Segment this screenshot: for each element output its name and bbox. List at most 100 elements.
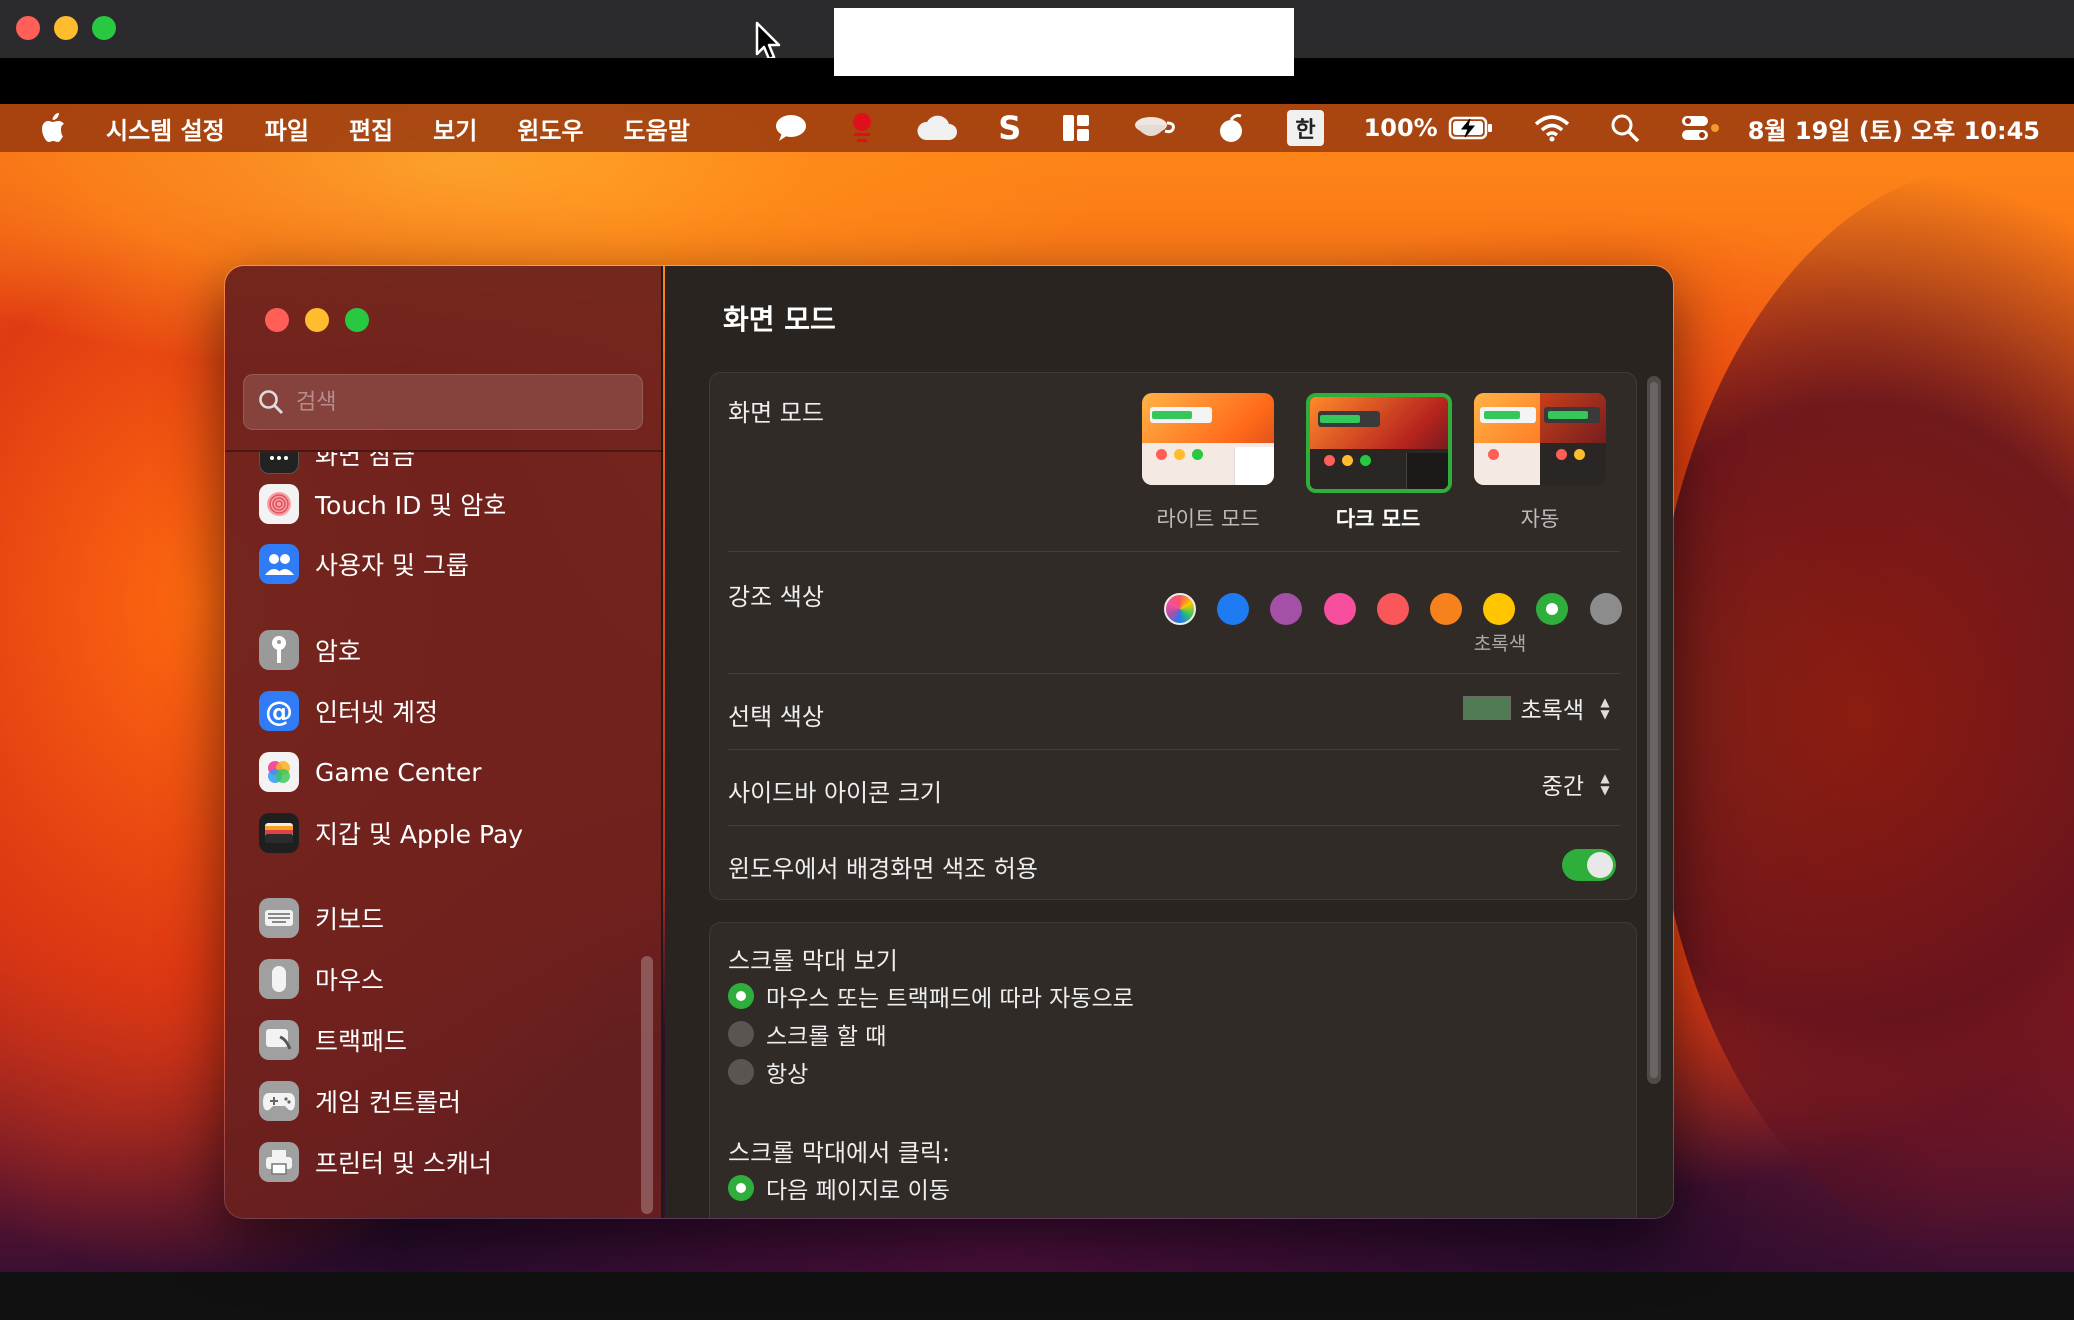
accent-selected-dot [1546,603,1559,615]
wallet-icon [259,813,299,853]
sidebar-item-mouse[interactable]: 마우스 [259,957,384,1001]
dark-mode-thumbnail[interactable] [1306,393,1452,493]
radio-button [728,1175,754,1201]
accent-swatch-multicolor[interactable] [1164,593,1196,625]
amphetamine-icon[interactable] [1215,112,1247,144]
sidebar-item-wallet[interactable]: 지갑 및 Apple Pay [259,811,523,855]
menu-clock[interactable]: 8월 19일 (토) 오후 10:45 [1748,111,2040,146]
chevron-updown-icon: ▲ ▼ [1600,695,1610,721]
appearance-card: 화면 모드 라이트 모드 다크 모드 자동 강조 색상 초록색 선택 색상 초록… [709,372,1637,900]
search-input[interactable] [296,389,616,415]
recording-icon[interactable] [848,111,876,145]
accent-swatch[interactable] [1589,593,1622,625]
cloud-icon[interactable] [916,114,958,142]
sidebar-item-game-center[interactable]: Game Center [259,750,482,794]
battery-icon[interactable] [1448,116,1494,140]
menu-app-name[interactable]: 시스템 설정 [106,111,225,146]
sidebar-scrollbar[interactable] [641,956,653,1214]
row-divider [728,749,1620,750]
light-mode-thumbnail[interactable] [1142,393,1274,485]
sidebar-item-label: 암호 [315,637,362,666]
menu-help[interactable]: 도움말 [624,111,690,146]
wallpaper-shadow [1650,164,2074,1264]
accent-color-label: 강조 색상 [728,583,824,611]
sidebar-item-trackpad[interactable]: 트랙패드 [259,1018,407,1062]
sidebar-item-internet-accounts[interactable]: @ 인터넷 계정 [259,689,438,733]
highlight-color-label: 선택 색상 [728,703,824,731]
apple-icon[interactable] [40,113,66,143]
sidebar-item-game-controllers[interactable]: 게임 컨트롤러 [259,1079,461,1123]
highlight-color-popup[interactable]: 초록색 ▲ ▼ [1462,691,1616,725]
sidebar-item-label: Touch ID 및 암호 [315,491,507,520]
radio-scroll-always[interactable]: 항상 [728,1055,808,1089]
mouse-cursor-icon [755,21,781,61]
sidebar-item-passwords[interactable]: 암호 [259,628,361,672]
accent-swatch[interactable] [1270,593,1303,625]
radio-label: 항상 [766,1062,809,1088]
main-scrollbar[interactable] [1647,376,1661,1084]
menu-bar: 시스템 설정 파일 편집 보기 윈도우 도움말 S 한 100% 8월 19일 … [0,104,2074,152]
minimize-button[interactable] [305,308,329,332]
s-app-icon[interactable]: S [998,109,1021,147]
input-method-icon[interactable]: 한 [1287,110,1324,146]
radio-scroll-when-scrolling[interactable]: 스크롤 할 때 [728,1017,886,1051]
sidebar-item-printers[interactable]: 프린터 및 스캐너 [259,1140,492,1184]
accent-swatch[interactable] [1323,593,1356,625]
radio-click-next-page[interactable]: 다음 페이지로 이동 [728,1171,950,1205]
menu-edit[interactable]: 편집 [349,111,393,146]
radio-scroll-auto[interactable]: 마우스 또는 트랙패드에 따라 자동으로 [728,979,1134,1013]
at-icon: @ [259,691,299,731]
settings-window: 화면 잠금 Touch ID 및 암호 사용자 및 그룹 암호 @ 인터넷 계정 [224,265,1674,1219]
radio-button [728,1059,754,1085]
menu-view[interactable]: 보기 [433,111,477,146]
row-divider [728,673,1620,674]
sidebar-item-label: 사용자 및 그룹 [315,551,469,580]
zoom-button[interactable] [345,308,369,332]
accent-swatch[interactable] [1536,593,1569,625]
redacted-box [834,8,1294,76]
lock-screen-icon [259,452,299,474]
radio-label: 마우스 또는 트랙패드에 따라 자동으로 [766,986,1134,1012]
sidebar-item-users[interactable]: 사용자 및 그룹 [259,542,469,586]
outer-minimize-button[interactable] [54,16,78,40]
fingerprint-icon [259,484,299,524]
sidebar-item-label: 프린터 및 스캐너 [315,1149,492,1178]
accent-swatch[interactable] [1483,593,1516,625]
outer-window-bottom [0,1272,2074,1320]
coffee-icon[interactable] [1131,113,1176,143]
sidebar-icon-size-popup[interactable]: 중간 ▲ ▼ [1542,767,1616,801]
outer-close-button[interactable] [16,16,40,40]
outer-zoom-button[interactable] [92,16,116,40]
highlight-value: 초록색 [1520,698,1584,724]
wifi-icon[interactable] [1534,114,1570,142]
sidebar-item-label: 게임 컨트롤러 [315,1088,461,1117]
spotlight-search-icon[interactable] [1610,113,1640,143]
sidebar-item-lock-screen[interactable]: 화면 잠금 [259,452,415,476]
sidebar-icon-size-value: 중간 [1541,774,1584,800]
trackpad-icon [259,1020,299,1060]
wallpaper-tint-toggle[interactable] [1562,849,1616,881]
accent-swatch[interactable] [1430,593,1462,625]
sidebar-item-touch-id[interactable]: Touch ID 및 암호 [259,482,506,526]
accent-swatch[interactable] [1376,593,1409,625]
battery-percent[interactable]: 100% [1364,114,1438,142]
close-button[interactable] [265,308,289,332]
menu-file[interactable]: 파일 [265,111,309,146]
auto-mode-thumbnail[interactable] [1474,393,1606,485]
sidebar-list: 화면 잠금 Touch ID 및 암호 사용자 및 그룹 암호 @ 인터넷 계정 [225,452,663,1218]
wallpaper-tint-label: 윈도우에서 배경화면 색조 허용 [728,855,1038,883]
scrollbar-card: 스크롤 막대 보기 마우스 또는 트랙패드에 따라 자동으로 스크롤 할 때 항… [709,922,1637,1218]
sidebar-icon-size-label: 사이드바 아이콘 크기 [728,779,942,807]
printer-icon [259,1142,299,1182]
sidebar-search[interactable] [243,374,643,430]
sidebar-item-label: 키보드 [315,905,385,934]
main-pane: 화면 모드 화면 모드 라이트 모드 다크 모드 자동 강조 색상 초록색 선택… [665,266,1673,1218]
control-center-icon[interactable] [1680,113,1720,143]
sidebar-item-keyboard[interactable]: 키보드 [259,896,384,940]
messages-icon[interactable] [774,113,808,143]
key-icon [259,630,299,670]
menu-window[interactable]: 윈도우 [517,111,583,146]
accent-swatch[interactable] [1217,593,1250,625]
mouse-icon [259,959,299,999]
layout-icon[interactable] [1061,113,1091,143]
